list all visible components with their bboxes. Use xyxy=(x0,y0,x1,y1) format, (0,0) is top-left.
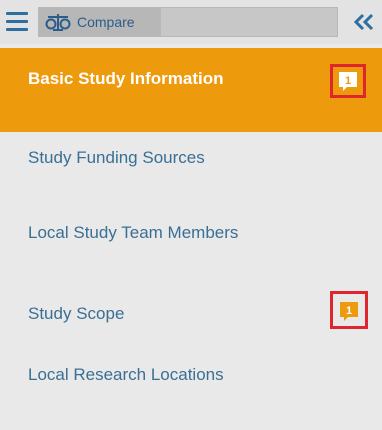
nav-item-label: Local Study Team Members xyxy=(28,223,239,242)
comment-badge-count: 1 xyxy=(346,305,352,317)
double-chevron-left-icon xyxy=(348,13,378,41)
nav-item-study-scope[interactable]: Study Scope 1 xyxy=(0,280,382,350)
comment-badge-icon[interactable]: 1 xyxy=(333,294,365,326)
balance-scale-icon xyxy=(45,12,71,32)
nav-item-local-research-locations[interactable]: Local Research Locations xyxy=(0,350,382,430)
highlight-box: 1 xyxy=(330,291,368,329)
nav-item-label: Study Funding Sources xyxy=(28,148,205,167)
comment-badge-icon[interactable]: 1 xyxy=(333,67,363,95)
sidebar-nav: Basic Study Information 1 Study Funding … xyxy=(0,48,382,430)
collapse-sidebar-button[interactable] xyxy=(348,7,378,37)
nav-item-basic-study-information[interactable]: Basic Study Information 1 xyxy=(0,48,382,132)
nav-item-label: Basic Study Information xyxy=(28,69,224,88)
nav-item-local-study-team-members[interactable]: Local Study Team Members xyxy=(0,204,382,280)
compare-button[interactable]: Compare xyxy=(38,7,338,37)
comment-badge-count: 1 xyxy=(345,75,351,87)
hamburger-menu-icon[interactable] xyxy=(6,12,28,32)
highlight-box: 1 xyxy=(330,64,366,98)
nav-item-label: Local Research Locations xyxy=(28,365,224,384)
compare-label: Compare xyxy=(77,14,135,30)
nav-item-label: Study Scope xyxy=(28,304,125,323)
sidebar-toolbar: Compare xyxy=(0,0,382,44)
nav-item-study-funding-sources[interactable]: Study Funding Sources xyxy=(0,132,382,204)
